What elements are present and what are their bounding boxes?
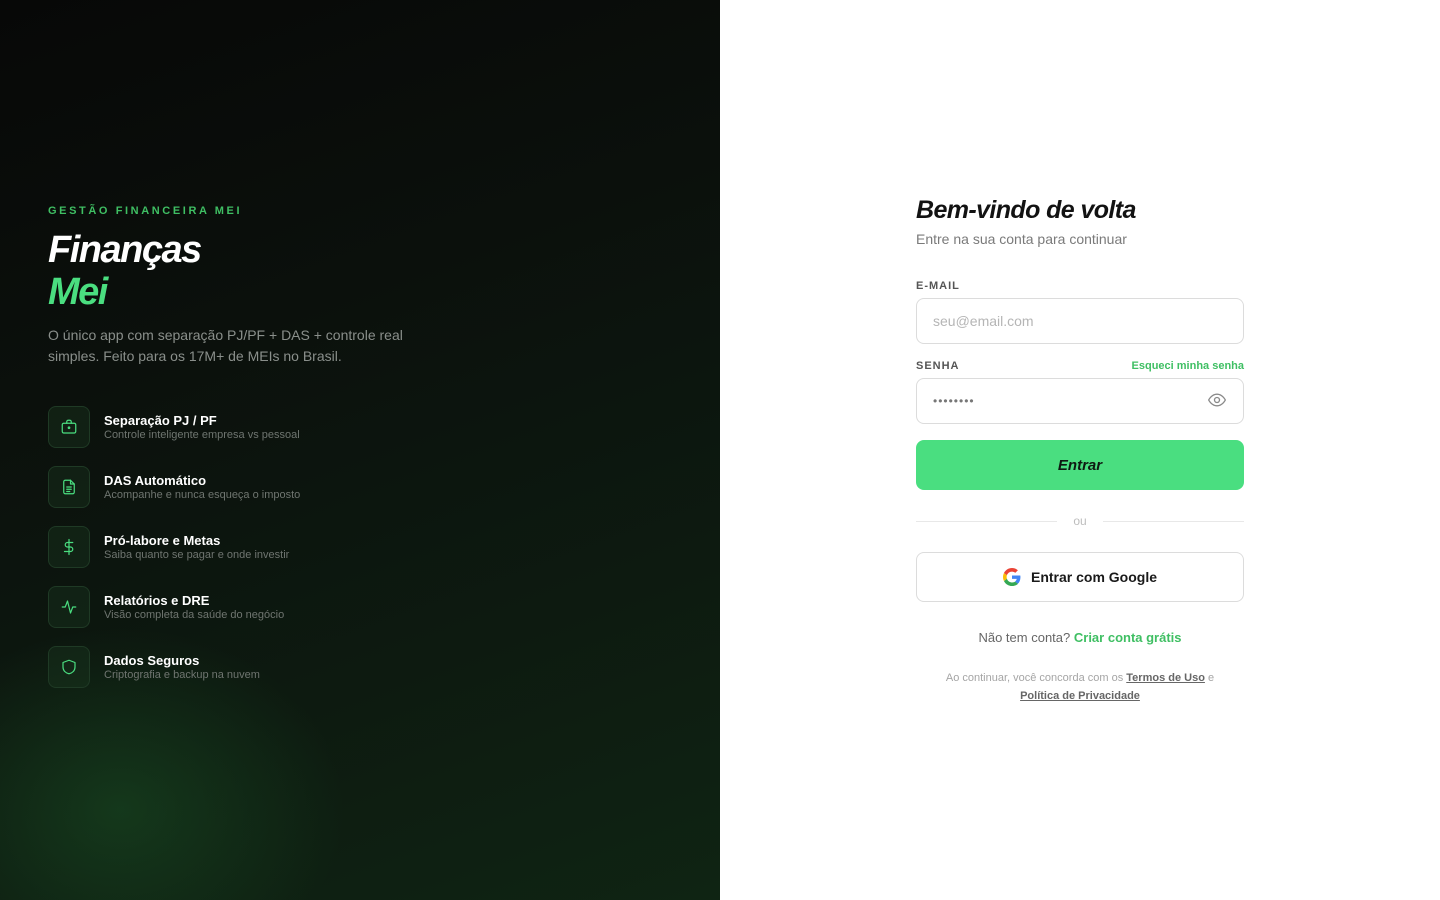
feature-title: Separação PJ / PF bbox=[104, 412, 217, 428]
hero-panel: GESTÃO FINANCEIRA MEI Finanças Mei O úni… bbox=[0, 0, 720, 900]
feature-subtitle: Controle inteligente empresa vs pessoal bbox=[104, 428, 300, 441]
document-icon bbox=[48, 466, 90, 508]
feature-item-das: DAS Automático Acompanhe e nunca esqueça… bbox=[48, 466, 448, 508]
signup-link[interactable]: Criar conta grátis bbox=[1074, 630, 1182, 645]
activity-icon bbox=[48, 586, 90, 628]
feature-item-prolabore: Pró-labore e Metas Saiba quanto se pagar… bbox=[48, 526, 448, 568]
eye-icon[interactable] bbox=[1207, 390, 1227, 413]
google-signin-button[interactable]: Entrar com Google bbox=[916, 552, 1244, 602]
password-value: •••••••• bbox=[933, 394, 975, 408]
divider-text: ou bbox=[1073, 514, 1087, 528]
feature-item-relatorios: Relatórios e DRE Visão completa da saúde… bbox=[48, 586, 448, 628]
feature-subtitle: Criptografia e backup na nuvem bbox=[104, 668, 260, 681]
forgot-password-link[interactable]: Esqueci minha senha bbox=[1132, 360, 1244, 372]
password-label-row: SENHA Esqueci minha senha bbox=[916, 360, 1244, 372]
feature-subtitle: Acompanhe e nunca esqueça o imposto bbox=[104, 488, 301, 501]
feature-item-seguranca: Dados Seguros Criptografia e backup na n… bbox=[48, 646, 448, 688]
signup-prompt-text: Não tem conta? bbox=[978, 630, 1071, 645]
feature-title: Pró-labore e Metas bbox=[104, 532, 221, 548]
login-subtitle: Entre na sua conta para continuar bbox=[916, 231, 1127, 247]
password-field[interactable]: •••••••• bbox=[916, 378, 1244, 424]
feature-title: Dados Seguros bbox=[104, 652, 200, 668]
briefcase-icon bbox=[48, 406, 90, 448]
terms-notice: Ao continuar, você concorda com os Termo… bbox=[916, 669, 1244, 705]
submit-button[interactable]: Entrar bbox=[916, 440, 1244, 490]
brand-title: Finanças Mei bbox=[48, 229, 448, 313]
login-panel: Bem-vindo de volta Entre na sua conta pa… bbox=[720, 0, 1440, 900]
feature-subtitle: Visão completa da saúde do negócio bbox=[104, 608, 285, 621]
login-title: Bem-vindo de volta bbox=[916, 196, 1136, 224]
terms-and: e bbox=[1207, 672, 1215, 684]
privacy-link[interactable]: Política de Privacidade bbox=[1020, 690, 1140, 702]
feature-list: Separação PJ / PF Controle inteligente e… bbox=[48, 406, 448, 688]
divider-line bbox=[916, 520, 1058, 522]
login-form: Bem-vindo de volta Entre na sua conta pa… bbox=[916, 195, 1245, 705]
feature-title: DAS Automático bbox=[104, 472, 207, 488]
feature-subtitle: Saiba quanto se pagar e onde investir bbox=[104, 548, 290, 561]
divider: ou bbox=[916, 514, 1245, 528]
google-signin-label: Entrar com Google bbox=[1030, 569, 1158, 585]
hero-content: GESTÃO FINANCEIRA MEI Finanças Mei O úni… bbox=[48, 205, 448, 706]
terms-prefix: Ao continuar, você concorda com os bbox=[945, 672, 1124, 684]
google-icon bbox=[1002, 568, 1021, 586]
signup-prompt: Não tem conta? Criar conta grátis bbox=[916, 630, 1244, 645]
feature-title: Relatórios e DRE bbox=[104, 592, 210, 608]
eyebrow-label: GESTÃO FINANCEIRA MEI bbox=[48, 205, 243, 217]
email-field[interactable]: seu@email.com bbox=[916, 298, 1244, 344]
dollar-icon bbox=[48, 526, 90, 568]
terms-link[interactable]: Termos de Uso bbox=[1126, 672, 1205, 684]
divider-line bbox=[1102, 520, 1245, 522]
hero-description: O único app com separação PJ/PF + DAS + … bbox=[48, 327, 403, 364]
feature-item-separacao: Separação PJ / PF Controle inteligente e… bbox=[48, 406, 448, 448]
brand-title-line1: Finanças bbox=[48, 229, 202, 271]
password-label: SENHA bbox=[916, 360, 960, 372]
brand-title-line2: Mei bbox=[48, 271, 108, 313]
email-label: E-MAIL bbox=[916, 280, 960, 292]
shield-icon bbox=[48, 646, 90, 688]
